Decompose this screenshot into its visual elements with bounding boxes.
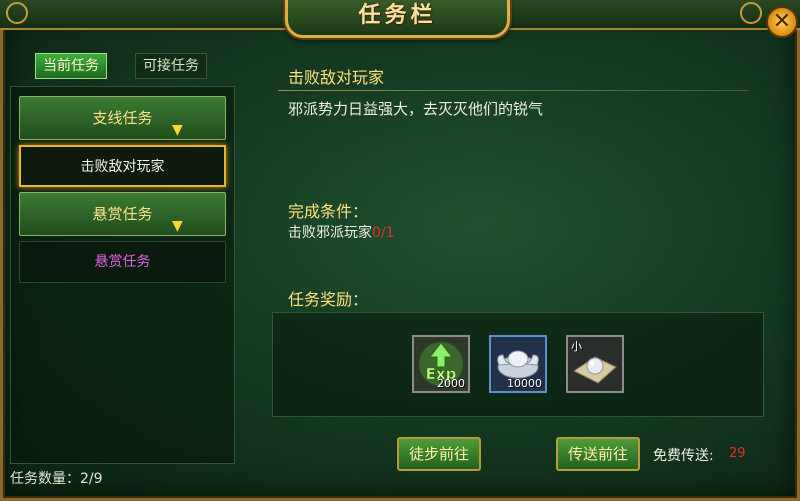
condition-progress: 0/1 — [372, 225, 395, 241]
reward-tag: 小 — [571, 340, 582, 353]
quest-item-defeat-players[interactable]: 击败敌对玩家 — [19, 145, 226, 187]
condition-text: 击败邪派玩家 — [288, 225, 372, 241]
corner-ornament-left-icon — [6, 2, 28, 24]
title-plate: 任务栏 — [285, 0, 510, 38]
category-side-quests[interactable]: 支线任务 ▼ — [19, 96, 226, 140]
reward-slot-exp[interactable]: Exp 2000 — [412, 335, 470, 393]
tab-available-quests[interactable]: 可接任务 — [135, 53, 207, 79]
category-label: 悬赏任务 — [92, 205, 153, 223]
free-teleport-label: 免费传送: — [653, 448, 714, 464]
reward-slot-silver[interactable]: 10000 — [489, 335, 547, 393]
teleport-button[interactable]: 传送前往 — [556, 437, 640, 471]
category-bounty-quests[interactable]: 悬赏任务 ▼ — [19, 192, 226, 236]
rewards-label: 任务奖励： — [288, 290, 369, 309]
close-icon: ✕ — [772, 9, 792, 34]
category-label: 支线任务 — [92, 109, 153, 127]
divider — [278, 90, 748, 91]
quest-description: 邪派势力日益强大，去灭灭他们的锐气 — [288, 100, 544, 118]
reward-qty: 10000 — [507, 377, 542, 390]
reward-qty: 2000 — [437, 377, 465, 390]
quest-detail-title: 击败敌对玩家 — [288, 68, 385, 87]
complete-conditions-label: 完成条件： — [288, 202, 369, 221]
tab-current-quests[interactable]: 当前任务 — [35, 53, 107, 79]
window-title: 任务栏 — [358, 3, 437, 28]
free-teleport-count: 29 — [729, 446, 746, 461]
reward-slot-pearl[interactable]: 小 — [566, 335, 624, 393]
complete-condition: 击败邪派玩家0/1 — [288, 222, 395, 242]
close-button[interactable]: ✕ — [766, 6, 798, 38]
walk-to-button[interactable]: 徒步前往 — [397, 437, 481, 471]
quest-item-bounty[interactable]: 悬赏任务 — [19, 241, 226, 283]
corner-ornament-right-icon — [740, 2, 762, 24]
task-count: 任务数量：2/9 — [10, 471, 103, 487]
